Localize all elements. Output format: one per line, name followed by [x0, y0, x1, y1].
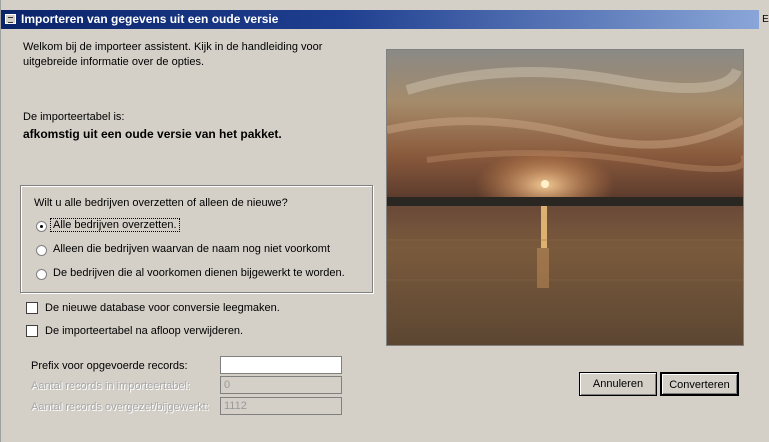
- source-label: De importeertabel is:: [23, 111, 125, 123]
- window-icon: [5, 14, 16, 24]
- cancel-button[interactable]: Annuleren: [579, 372, 657, 396]
- intro-line-1: Welkom bij de importeer assistent. Kijk …: [23, 41, 323, 53]
- title-bar[interactable]: Importeren van gegevens uit een oude ver…: [1, 10, 759, 29]
- sunset-illustration: [387, 50, 743, 345]
- records-converted-field: 1112: [220, 397, 342, 415]
- convert-button[interactable]: Converteren: [660, 372, 739, 396]
- radio-button[interactable]: [36, 245, 47, 256]
- sunset-image: [386, 49, 744, 346]
- import-dialog: Importeren van gegevens uit een oude ver…: [0, 0, 769, 442]
- window-title: Importeren van gegevens uit een oude ver…: [21, 12, 279, 26]
- records-in-table-field: 0: [220, 376, 342, 394]
- checkbox-label: De nieuwe database voor conversie leegma…: [45, 302, 280, 314]
- cancel-button-label: Annuleren: [592, 378, 644, 390]
- convert-button-label: Converteren: [669, 379, 730, 391]
- radio-label: De bedrijven die al voorkomen dienen bij…: [53, 267, 345, 279]
- radio-button[interactable]: [36, 221, 47, 232]
- checkbox[interactable]: [26, 302, 38, 314]
- source-value: afkomstig uit een oude versie van het pa…: [23, 127, 282, 141]
- checkbox-label: De importeertabel na afloop verwijderen.: [45, 325, 244, 337]
- radio-button[interactable]: [36, 269, 47, 280]
- prefix-input[interactable]: [220, 356, 342, 374]
- records-converted-label: Aantal records overgezet/bijgewerkt:: [31, 401, 209, 413]
- title-bar-edge: E: [761, 10, 769, 29]
- checkbox[interactable]: [26, 325, 38, 337]
- options-question: Wilt u alle bedrijven overzetten of alle…: [34, 197, 288, 209]
- radio-label: Alleen die bedrijven waarvan de naam nog…: [53, 243, 330, 255]
- prefix-label: Prefix voor opgevoerde records:: [31, 360, 188, 372]
- intro-line-2: uitgebreide informatie over de opties.: [23, 56, 204, 68]
- radio-label: Alle bedrijven overzetten.: [50, 218, 180, 232]
- records-in-table-label: Aantal records in importeertabel:: [31, 380, 190, 392]
